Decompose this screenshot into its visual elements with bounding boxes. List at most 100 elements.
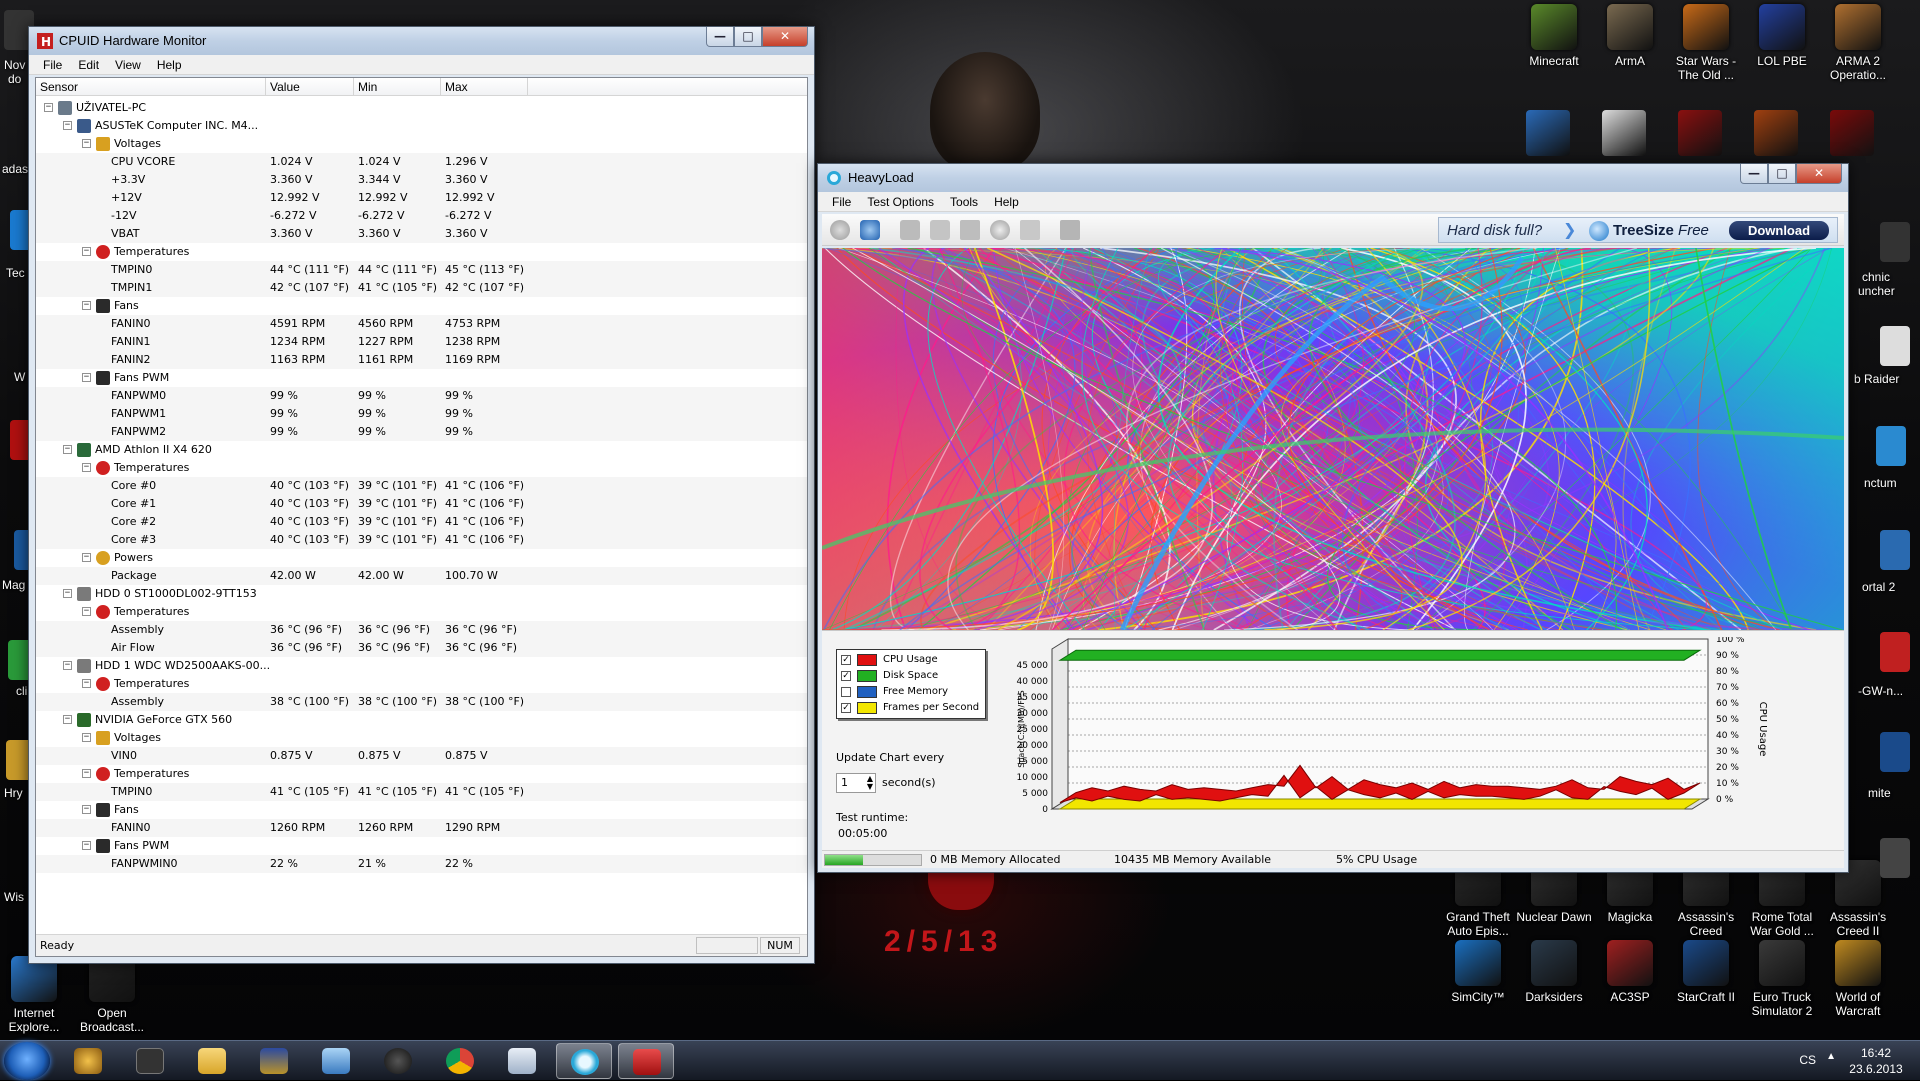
desktop-shortcut-icon[interactable] — [1880, 530, 1910, 570]
desktop-icon-arma[interactable]: ArmA — [1592, 4, 1668, 68]
desktop-shortcut-icon[interactable] — [1678, 110, 1722, 156]
sensor-row[interactable]: Core #2 40 °C (103 °F) 39 °C (101 °F) 41 °C… — [36, 513, 807, 531]
legend-item[interactable]: ✓ CPU Usage — [841, 653, 981, 667]
sensor-row[interactable]: Core #1 40 °C (103 °F) 39 °C (101 °F) 41 °C… — [36, 495, 807, 513]
collapse-toggle-icon[interactable]: − — [82, 553, 91, 562]
sensor-row[interactable]: FANIN2 1163 RPM 1161 RPM 1169 RPM — [36, 351, 807, 369]
desktop-shortcut-icon[interactable] — [1602, 110, 1646, 156]
menu-file[interactable]: File — [824, 195, 859, 209]
legend-checkbox[interactable]: ✓ — [841, 671, 851, 681]
sensor-row[interactable]: FANIN0 1260 RPM 1260 RPM 1290 RPM — [36, 819, 807, 837]
desktop-edge-label[interactable]: Wis — [4, 890, 24, 904]
collapse-toggle-icon[interactable]: − — [82, 463, 91, 472]
legend-item[interactable]: ✓ Disk Space — [841, 669, 981, 683]
menu-edit[interactable]: Edit — [70, 58, 107, 72]
stop-icon[interactable] — [860, 220, 880, 240]
gpu-test-icon[interactable] — [990, 220, 1010, 240]
taskbar-folder-icon[interactable] — [184, 1043, 240, 1079]
collapse-toggle-icon[interactable]: − — [82, 841, 91, 850]
sensor-row[interactable]: Air Flow 36 °C (96 °F) 36 °C (96 °F) 36 °C … — [36, 639, 807, 657]
column-sensor[interactable]: Sensor — [36, 78, 266, 95]
column-value[interactable]: Value — [266, 78, 354, 95]
desktop-edge-label[interactable]: ortal 2 — [1862, 580, 1895, 594]
desktop-icon-star-wars-the-old[interactable]: Star Wars - The Old ... — [1668, 4, 1744, 82]
legend-checkbox[interactable]: ✓ — [841, 703, 851, 713]
sensor-row[interactable]: VIN0 0.875 V 0.875 V 0.875 V — [36, 747, 807, 765]
menu-file[interactable]: File — [35, 58, 70, 72]
taskbar-lol-icon[interactable] — [246, 1043, 302, 1079]
tree-node[interactable]: − Fans — [36, 297, 807, 315]
options-icon[interactable] — [1020, 220, 1040, 240]
desktop-icon-minecraft[interactable]: Minecraft — [1516, 4, 1592, 68]
tree-node[interactable]: − ASUSTeK Computer INC. M4... — [36, 117, 807, 135]
update-interval-spinner[interactable]: 1 ▲ ▼ — [836, 773, 876, 793]
collapse-toggle-icon[interactable]: − — [82, 301, 91, 310]
legend-item[interactable]: Free Memory — [841, 685, 981, 699]
cpuid-titlebar[interactable]: H CPUID Hardware Monitor — □ ✕ — [29, 27, 814, 55]
desktop-edge-label[interactable]: Hry — [4, 786, 23, 800]
tree-node[interactable]: − Temperatures — [36, 603, 807, 621]
sensor-row[interactable]: FANPWM1 99 % 99 % 99 % — [36, 405, 807, 423]
tree-node[interactable]: − Voltages — [36, 135, 807, 153]
collapse-toggle-icon[interactable]: − — [63, 715, 72, 724]
sensor-row[interactable]: +12V 12.992 V 12.992 V 12.992 V — [36, 189, 807, 207]
tree-node[interactable]: − Fans PWM — [36, 837, 807, 855]
desktop-icon-arma-2-operatio[interactable]: ARMA 2 Operatio... — [1820, 4, 1896, 82]
desktop-icon-euro-truck-simulator-2[interactable]: Euro Truck Simulator 2 — [1744, 940, 1820, 1018]
column-min[interactable]: Min — [354, 78, 441, 95]
tree-node[interactable]: − AMD Athlon II X4 620 — [36, 441, 807, 459]
show-hidden-icons[interactable]: ▲ — [1826, 1051, 1836, 1062]
tree-node[interactable]: − NVIDIA GeForce GTX 560 — [36, 711, 807, 729]
taskbar-cpuid-icon[interactable] — [618, 1043, 674, 1079]
legend-checkbox[interactable]: ✓ — [841, 655, 851, 665]
desktop-shortcut-icon[interactable] — [1880, 222, 1910, 262]
maximize-button[interactable]: □ — [734, 27, 762, 47]
tree-node[interactable]: − HDD 1 WDC WD2500AAKS-00... — [36, 657, 807, 675]
desktop-shortcut-icon[interactable] — [1876, 426, 1906, 466]
desktop-edge-label[interactable]: mite — [1868, 786, 1891, 800]
desktop-edge-label[interactable]: uncher — [1858, 284, 1895, 298]
desktop-shortcut-icon[interactable] — [1880, 838, 1910, 878]
tree-node[interactable]: − Temperatures — [36, 765, 807, 783]
sensor-row[interactable]: TMPIN1 42 °C (107 °F) 41 °C (105 °F) 42 °C … — [36, 279, 807, 297]
taskbar-calculator-icon[interactable] — [494, 1043, 550, 1079]
sensor-row[interactable]: FANPWM2 99 % 99 % 99 % — [36, 423, 807, 441]
close-button[interactable]: ✕ — [762, 27, 808, 47]
treesize-ad-banner[interactable]: Hard disk full? ❯ TreeSize Free Download — [1438, 217, 1838, 243]
sensor-row[interactable]: FANPWM0 99 % 99 % 99 % — [36, 387, 807, 405]
sensor-row[interactable]: FANPWMIN0 22 % 21 % 22 % — [36, 855, 807, 873]
sensor-row[interactable]: TMPIN0 44 °C (111 °F) 44 °C (111 °F) 45 °C … — [36, 261, 807, 279]
tools-icon[interactable] — [1060, 220, 1080, 240]
tree-node[interactable]: − Temperatures — [36, 243, 807, 261]
desktop-edge-label[interactable]: -GW-n... — [1858, 684, 1903, 698]
clock-date[interactable]: 23.6.2013 — [1846, 1062, 1906, 1076]
desktop-edge-label[interactable]: Nov — [4, 58, 25, 72]
start-icon[interactable] — [830, 220, 850, 240]
desktop-icon-starcraft-ii[interactable]: StarCraft II — [1668, 940, 1744, 1004]
desktop-shortcut-icon[interactable] — [1880, 326, 1910, 366]
desktop-edge-label[interactable]: Mag — [2, 578, 25, 592]
minimize-button[interactable]: — — [1740, 164, 1768, 184]
collapse-toggle-icon[interactable]: − — [82, 247, 91, 256]
desktop-shortcut-icon[interactable] — [1526, 110, 1570, 156]
sensor-row[interactable]: Assembly 38 °C (100 °F) 38 °C (100 °F) 38 °… — [36, 693, 807, 711]
collapse-toggle-icon[interactable]: − — [82, 733, 91, 742]
desktop-edge-label[interactable]: W — [14, 370, 25, 384]
tree-node[interactable]: − Powers — [36, 549, 807, 567]
collapse-toggle-icon[interactable]: − — [82, 607, 91, 616]
menu-tools[interactable]: Tools — [942, 195, 986, 209]
sensor-row[interactable]: Core #0 40 °C (103 °F) 39 °C (101 °F) 41 °C… — [36, 477, 807, 495]
tree-node[interactable]: − HDD 0 ST1000DL002-9TT153 — [36, 585, 807, 603]
desktop-edge-label[interactable]: cli — [16, 684, 27, 698]
desktop-icon-ac3sp[interactable]: AC3SP — [1592, 940, 1668, 1004]
taskbar-chrome-icon[interactable] — [432, 1043, 488, 1079]
legend-item[interactable]: ✓ Frames per Second — [841, 701, 981, 715]
desktop-edge-label[interactable]: do — [8, 72, 21, 86]
menu-view[interactable]: View — [107, 58, 149, 72]
sensor-row[interactable]: -12V -6.272 V -6.272 V -6.272 V — [36, 207, 807, 225]
tree-node[interactable]: − Temperatures — [36, 459, 807, 477]
collapse-toggle-icon[interactable]: − — [82, 139, 91, 148]
collapse-toggle-icon[interactable]: − — [82, 679, 91, 688]
collapse-toggle-icon[interactable]: − — [63, 445, 72, 454]
tree-node[interactable]: − UŽIVATEL-PC — [36, 99, 807, 117]
